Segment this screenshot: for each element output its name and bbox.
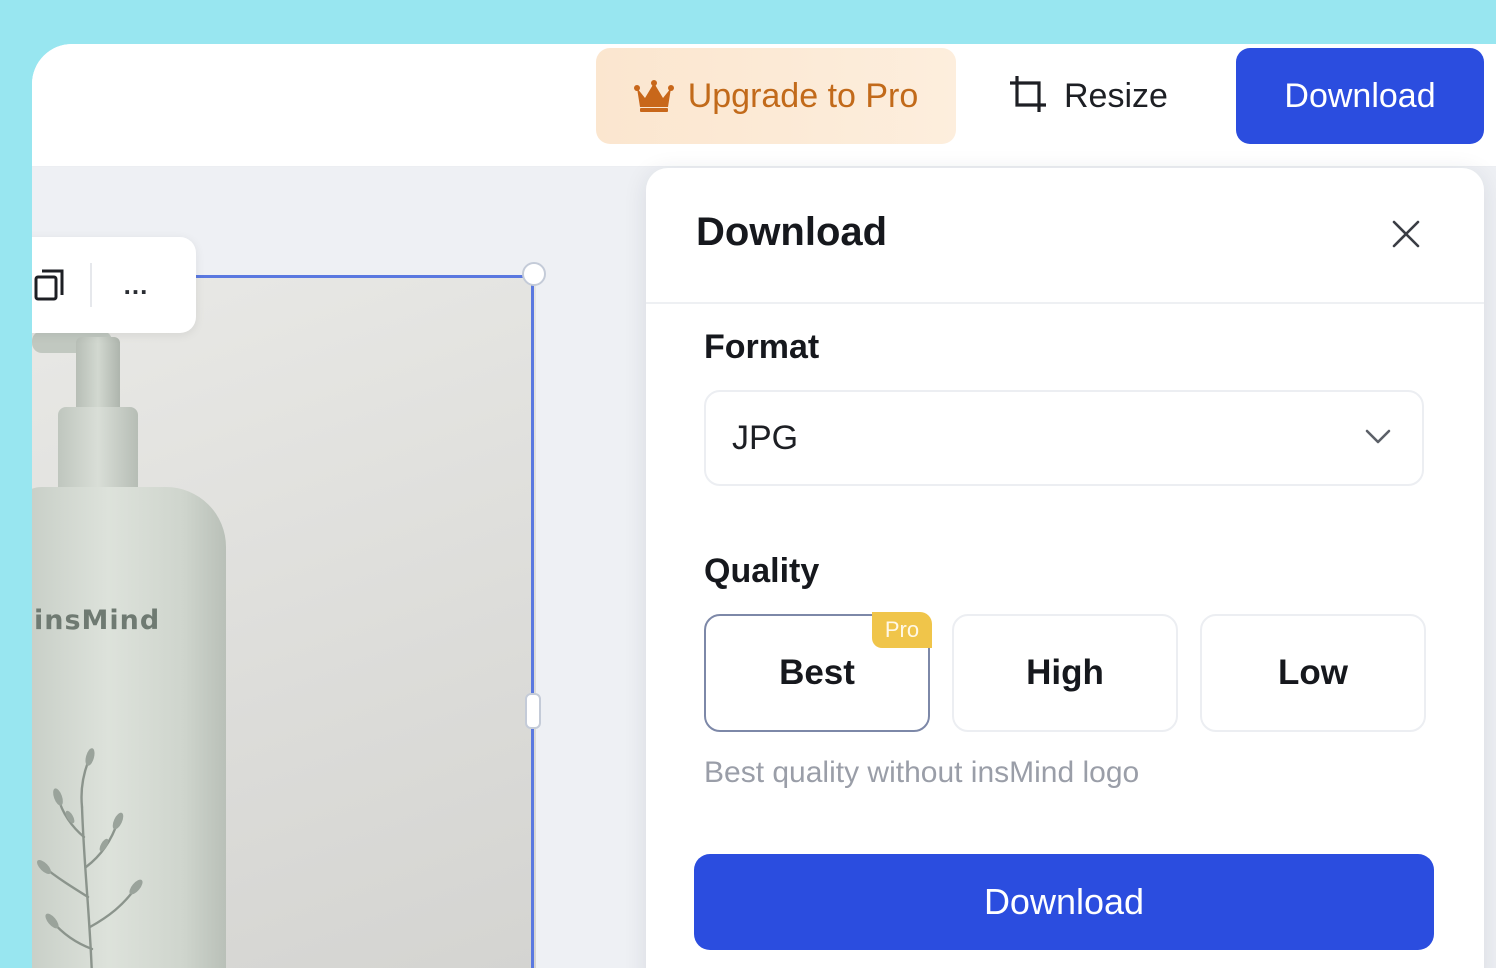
format-select[interactable]: JPG <box>704 390 1424 486</box>
chevron-down-icon <box>1364 428 1392 451</box>
quality-description: Best quality without insMind logo <box>704 756 1140 789</box>
top-bar: Upgrade to Pro Resize Download <box>32 44 1496 167</box>
toolbar-divider <box>90 263 92 307</box>
app-window: Upgrade to Pro Resize Download insMind .… <box>32 44 1496 968</box>
quality-option-label: Best <box>779 653 855 692</box>
bottle-pump <box>76 337 120 417</box>
download-panel: Download Format JPG Quality Best Pro Hig… <box>646 168 1484 968</box>
quality-option-high[interactable]: High <box>952 614 1178 732</box>
format-label: Format <box>704 328 820 366</box>
crop-icon <box>1008 74 1048 119</box>
pro-badge: Pro <box>872 612 932 648</box>
quality-option-best[interactable]: Best Pro <box>704 612 932 732</box>
plant-illustration <box>37 748 143 968</box>
upgrade-label: Upgrade to Pro <box>687 76 919 115</box>
quality-option-label: High <box>1026 653 1104 692</box>
resize-label: Resize <box>1064 76 1168 115</box>
panel-download-button[interactable]: Download <box>694 854 1434 950</box>
crown-icon <box>633 79 674 113</box>
copy-icon[interactable] <box>32 267 68 308</box>
format-value: JPG <box>732 418 799 457</box>
quality-label: Quality <box>704 552 820 590</box>
product-brand-text: insMind <box>34 605 161 636</box>
quality-option-low[interactable]: Low <box>1200 614 1426 732</box>
more-icon[interactable]: ... <box>106 257 166 313</box>
resize-handle-corner[interactable] <box>522 262 546 286</box>
panel-header: Download <box>646 168 1484 304</box>
close-icon <box>1392 220 1420 248</box>
panel-title: Download <box>696 210 888 254</box>
top-download-button[interactable]: Download <box>1236 48 1484 144</box>
bottle-neck <box>58 407 138 497</box>
close-button[interactable] <box>1384 212 1428 256</box>
product-image[interactable]: insMind <box>32 277 536 968</box>
resize-button[interactable]: Resize <box>1008 48 1188 144</box>
upgrade-to-pro-button[interactable]: Upgrade to Pro <box>596 48 956 144</box>
floating-toolbar: ... <box>32 237 196 333</box>
resize-handle-side[interactable] <box>525 693 541 729</box>
quality-option-label: Low <box>1278 653 1348 692</box>
